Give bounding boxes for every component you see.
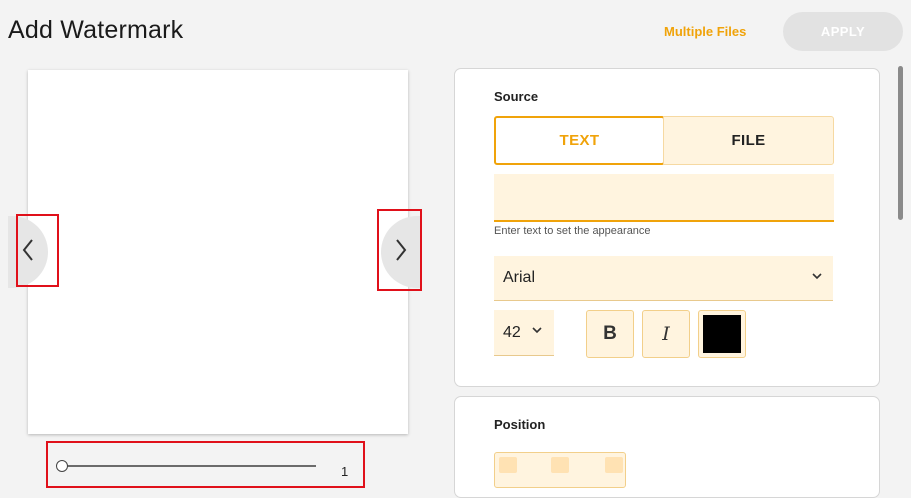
color-swatch	[703, 315, 741, 353]
source-label: Source	[494, 89, 539, 104]
italic-icon: I	[662, 323, 670, 345]
source-tab-text[interactable]: TEXT	[494, 116, 665, 165]
page-preview	[28, 70, 408, 434]
font-select[interactable]: Arial	[494, 256, 833, 301]
watermark-text-input[interactable]	[494, 174, 834, 222]
bold-button[interactable]: B	[586, 310, 634, 358]
chevron-down-icon	[531, 323, 543, 341]
font-size-value: 42	[503, 324, 521, 341]
slider-track	[62, 465, 316, 467]
bold-icon: B	[603, 323, 617, 344]
font-select-value: Arial	[503, 269, 536, 286]
source-tab-file[interactable]: FILE	[663, 116, 834, 165]
text-input-hint: Enter text to set the appearance	[494, 225, 651, 237]
page-slider[interactable]	[56, 452, 316, 478]
position-cell-top-right[interactable]	[605, 457, 623, 473]
multiple-files-link[interactable]: Multiple Files	[664, 24, 746, 39]
position-cell-top-left[interactable]	[499, 457, 517, 473]
slider-thumb[interactable]	[56, 460, 68, 472]
scrollbar[interactable]	[898, 66, 903, 220]
chevron-right-icon	[394, 238, 408, 267]
position-cell-top-center[interactable]	[551, 457, 569, 473]
italic-button[interactable]: I	[642, 310, 690, 358]
chevron-left-icon	[21, 238, 35, 267]
page-title: Add Watermark	[8, 16, 184, 44]
color-picker-button[interactable]	[698, 310, 746, 358]
page-number: 1	[341, 464, 349, 479]
position-grid[interactable]	[494, 452, 626, 488]
font-size-select[interactable]: 42	[494, 310, 554, 356]
position-label: Position	[494, 417, 546, 432]
chevron-down-icon	[811, 269, 823, 287]
apply-button[interactable]: APPLY	[783, 12, 903, 51]
